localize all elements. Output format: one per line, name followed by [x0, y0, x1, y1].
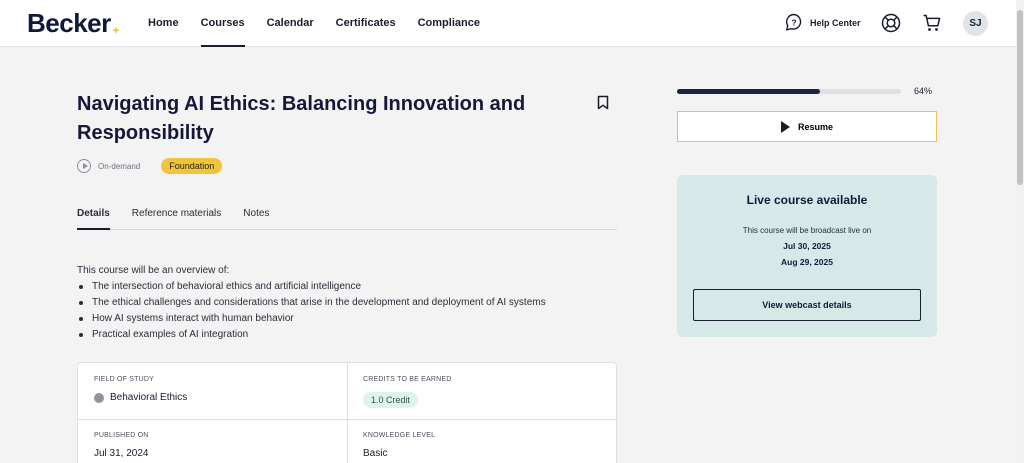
- nav-certificates[interactable]: Certificates: [336, 0, 396, 47]
- divider: [78, 419, 618, 420]
- svg-text:?: ?: [791, 17, 796, 27]
- progress-percent: 64%: [914, 86, 933, 96]
- tab-notes[interactable]: Notes: [243, 200, 269, 229]
- progress-fill: [677, 89, 821, 94]
- scrollbar-thumb[interactable]: [1017, 10, 1023, 185]
- course-format: On-demand: [98, 161, 141, 171]
- bookmark-icon[interactable]: [597, 95, 609, 115]
- live-date: Jul 30, 2025: [783, 241, 831, 251]
- course-progress-bar: [677, 89, 901, 94]
- course-description: This course will be an overview of: The …: [77, 263, 546, 343]
- page-scrollbar[interactable]: [1016, 0, 1024, 463]
- nav-compliance[interactable]: Compliance: [418, 0, 480, 47]
- resume-label: Resume: [797, 121, 833, 132]
- help-center-link[interactable]: ? Help Center: [785, 13, 861, 32]
- published-cell: PUBLISHED ON Jul 31, 2024: [78, 432, 149, 459]
- play-circle-icon: [77, 159, 91, 173]
- help-center-label: Help Center: [810, 17, 861, 28]
- status-dot: [94, 392, 104, 403]
- credits-value: 1.0 Credit: [363, 392, 452, 408]
- live-course-title: Live course available: [746, 193, 868, 207]
- resume-button[interactable]: Resume: [677, 111, 937, 142]
- live-course-card: Live course available This course will b…: [677, 175, 937, 337]
- course-meta: On-demand Foundation: [77, 158, 223, 174]
- nav-home[interactable]: Home: [148, 0, 179, 47]
- knowledge-level-cell: KNOWLEDGE LEVEL Basic: [347, 432, 435, 459]
- knowledge-level-label: KNOWLEDGE LEVEL: [363, 432, 436, 439]
- course-tabs: Details Reference materials Notes: [77, 200, 617, 230]
- becker-logo[interactable]: Becker +: [27, 8, 119, 39]
- credits-cell: CREDITS TO BE EARNED 1.0 Credit: [347, 376, 452, 408]
- list-item: Practical examples of AI integration: [77, 327, 546, 343]
- play-icon: [780, 120, 790, 133]
- view-webcast-details-button[interactable]: View webcast details: [693, 289, 921, 321]
- knowledge-level-value: Basic: [363, 448, 388, 459]
- help-chat-icon: ?: [785, 13, 802, 31]
- nav-courses[interactable]: Courses: [200, 0, 245, 47]
- list-item: The intersection of behavioral ethics an…: [77, 279, 546, 295]
- description-list: The intersection of behavioral ethics an…: [77, 279, 546, 343]
- credit-badge: 1.0 Credit: [363, 392, 419, 408]
- live-date: Aug 29, 2025: [781, 257, 833, 267]
- shopping-cart-icon[interactable]: [922, 13, 942, 33]
- nav-calendar[interactable]: Calendar: [267, 0, 314, 47]
- field-of-study-value: Behavioral Ethics: [94, 392, 187, 403]
- published-value: Jul 31, 2024: [94, 448, 149, 459]
- description-intro: This course will be an overview of:: [77, 265, 230, 276]
- field-of-study-label: FIELD OF STUDY: [94, 376, 154, 383]
- published-label: PUBLISHED ON: [94, 432, 149, 439]
- support-lifebuoy-icon[interactable]: [881, 13, 901, 33]
- main-nav: Home Courses Calendar Certificates Compl…: [148, 0, 480, 47]
- logo-plus-mark: +: [112, 25, 119, 37]
- live-course-text: This course will be broadcast live on: [742, 226, 872, 235]
- logo-text: Becker: [27, 8, 111, 38]
- top-navigation-bar: Becker + Home Courses Calendar Certificat…: [0, 0, 1016, 47]
- course-title: Navigating AI Ethics: Balancing Innovati…: [77, 93, 526, 144]
- field-of-study-text: Behavioral Ethics: [110, 392, 188, 403]
- user-avatar[interactable]: SJ: [963, 11, 988, 36]
- list-item: The ethical challenges and consideration…: [77, 295, 546, 311]
- credits-label: CREDITS TO BE EARNED: [363, 376, 452, 383]
- list-item: How AI systems interact with human behav…: [77, 311, 546, 327]
- field-of-study-cell: FIELD OF STUDY Behavioral Ethics: [78, 376, 187, 403]
- tab-details[interactable]: Details: [77, 200, 110, 230]
- course-info-card: FIELD OF STUDY Behavioral Ethics CREDITS…: [77, 362, 618, 463]
- level-badge: Foundation: [161, 158, 223, 174]
- tab-reference-materials[interactable]: Reference materials: [132, 200, 221, 229]
